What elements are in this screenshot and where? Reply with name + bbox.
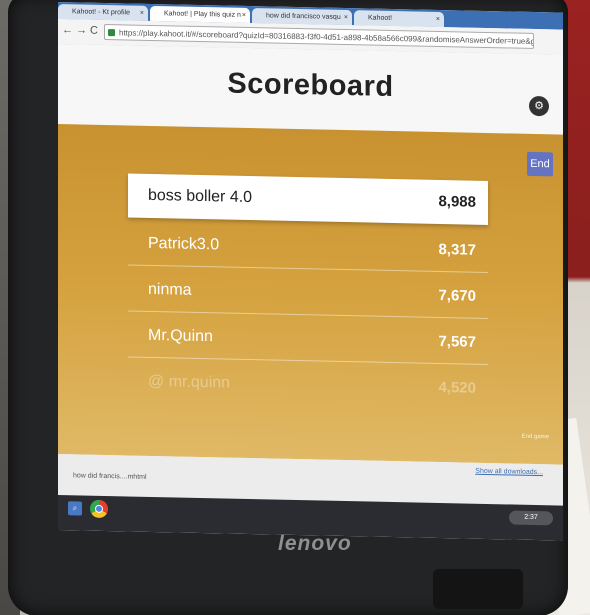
end-button[interactable]: End [527, 151, 553, 177]
settings-gear-icon[interactable]: ⚙ [529, 95, 549, 117]
back-icon[interactable]: ← [62, 24, 73, 36]
player-name: ninma [148, 280, 192, 299]
forward-icon[interactable]: → [76, 24, 87, 36]
close-icon[interactable]: × [344, 10, 348, 25]
player-score: 7,670 [438, 286, 476, 305]
end-game-link[interactable]: End game [522, 434, 549, 441]
scoreboard-row: Patrick3.0 8,317 [128, 221, 488, 274]
search-icon[interactable]: ⌕ [68, 501, 82, 516]
player-score: 4,520 [438, 378, 476, 397]
player-score: 7,567 [438, 332, 476, 351]
laptop: Kahoot! - Kt profile × Kahoot! | Play thi… [8, 0, 568, 615]
status-tray[interactable]: 2:37 [509, 510, 553, 526]
clock: 2:37 [524, 513, 538, 522]
player-name: boss boller 4.0 [148, 186, 253, 207]
laptop-screen: Kahoot! - Kt profile × Kahoot! | Play thi… [58, 2, 563, 541]
scoreboard-row: @ mr.quinn 4,520 [128, 359, 488, 411]
page-title: Scoreboard [227, 67, 394, 104]
photo-scene: Kahoot! - Kt profile × Kahoot! | Play thi… [0, 0, 590, 615]
scoreboard-row: boss boller 4.0 8,988 [128, 173, 488, 226]
scoreboard-panel: End boss boller 4.0 8,988 Patrick3.0 8,3… [58, 124, 563, 465]
player-name: @ mr.quinn [148, 372, 231, 392]
player-score: 8,317 [438, 240, 476, 259]
player-score: 8,988 [438, 192, 476, 211]
show-all-downloads-link[interactable]: Show all downloads... [475, 468, 543, 476]
player-name: Mr.Quinn [148, 326, 213, 346]
url-bar[interactable]: https://play.kahoot.it/#/scoreboard?quiz… [104, 23, 534, 49]
reload-icon[interactable]: C [90, 25, 98, 37]
close-icon[interactable]: × [140, 6, 144, 21]
close-icon[interactable]: × [242, 8, 246, 23]
scoreboard-header: Scoreboard ⚙ [58, 44, 563, 135]
lock-icon [108, 29, 115, 37]
scoreboard-row: Mr.Quinn 7,567 [128, 313, 488, 366]
lenovo-logo: lenovo [278, 532, 352, 555]
download-item[interactable]: how did francis....mhtml [73, 472, 147, 481]
close-icon[interactable]: × [436, 12, 440, 27]
player-name: Patrick3.0 [148, 234, 220, 254]
scoreboard-row: ninma 7,670 [128, 267, 488, 320]
chrome-icon[interactable] [90, 499, 108, 519]
laptop-hinge [433, 569, 523, 609]
